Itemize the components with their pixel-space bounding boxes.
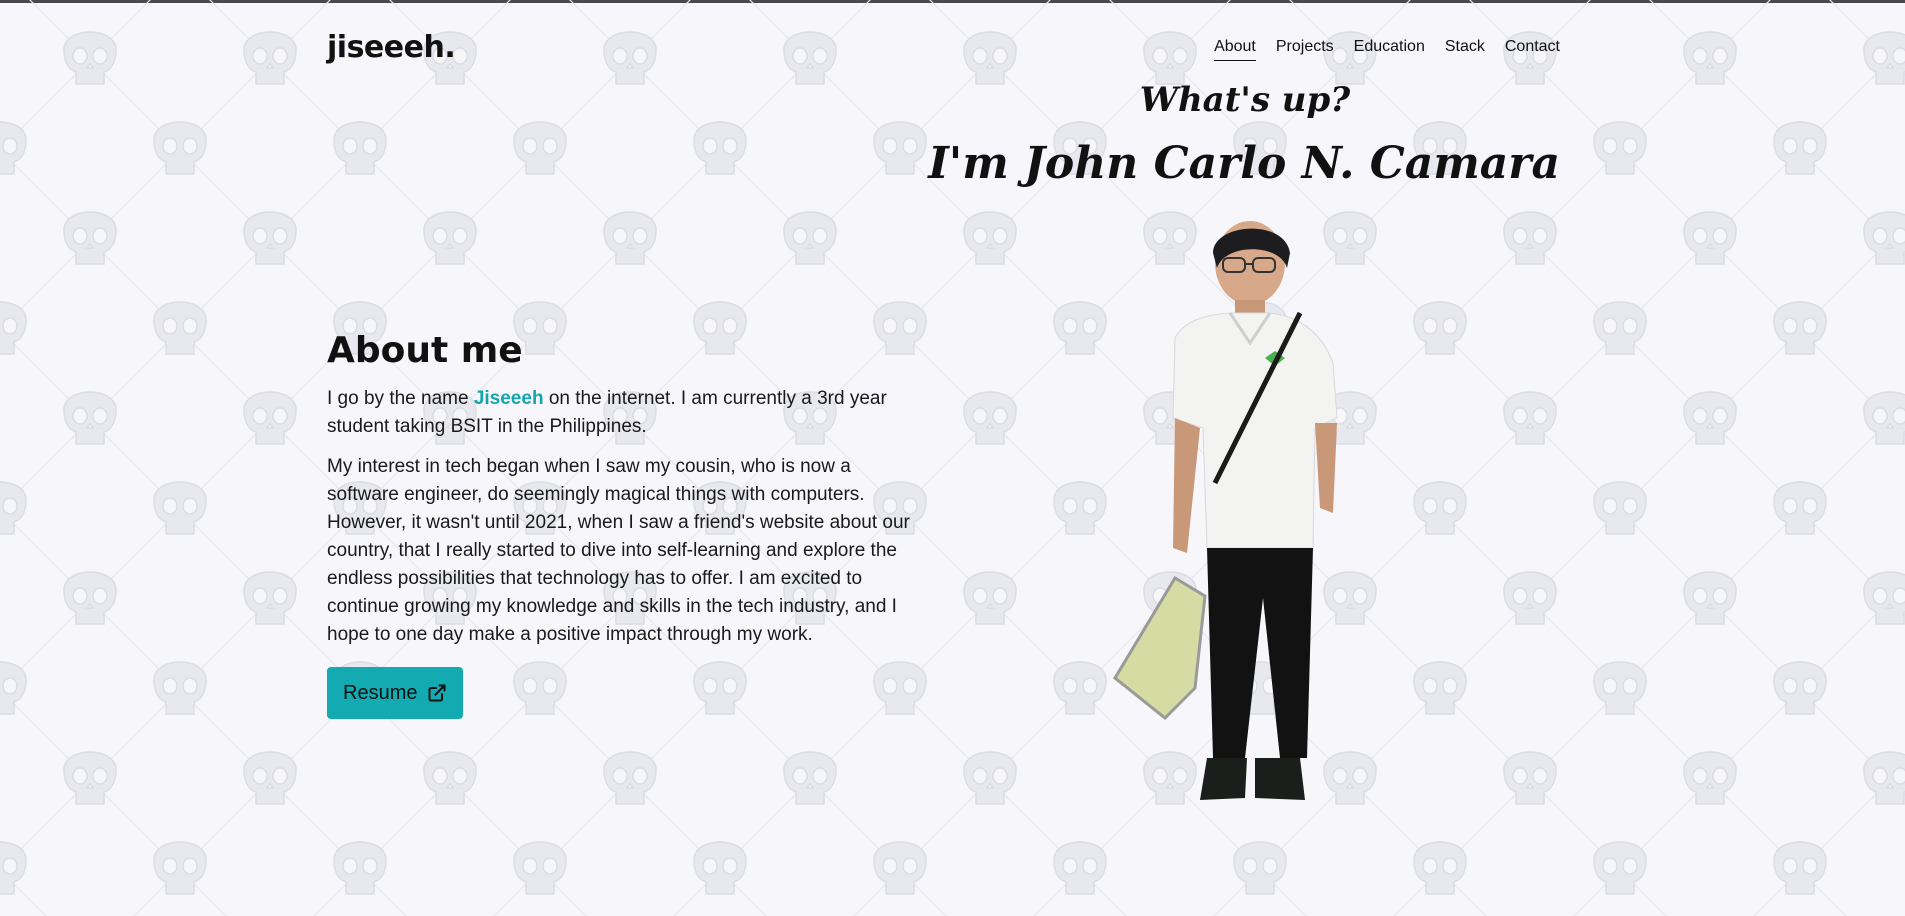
nav-education[interactable]: Education [1354,38,1425,61]
nav-projects[interactable]: Projects [1276,38,1334,61]
resume-button[interactable]: Resume [327,667,464,719]
nav-about[interactable]: About [1214,38,1256,61]
name-line: I'm John Carlo N. Camara [928,138,1560,189]
about-heading: About me [327,330,523,371]
about-intro-paragraph: I go by the name Jiseeeh on the internet… [327,385,917,441]
intro-text-before: I go by the name [327,388,474,409]
nav-contact[interactable]: Contact [1505,38,1560,61]
portrait-photo [1113,221,1338,800]
resume-label: Resume [343,681,418,704]
handle-highlight: Jiseeeh [473,388,544,409]
brand-logo[interactable]: jiseeeh. [327,30,456,65]
nav-stack[interactable]: Stack [1445,38,1485,61]
about-story-paragraph: My interest in tech began when I saw my … [327,456,910,645]
main-nav: About Projects Education Stack Contact [1214,38,1560,61]
page: jiseeeh. About Projects Education Stack … [0,0,1905,916]
external-link-icon [428,684,446,702]
about-section: About me I go by the name Jiseeeh on the… [327,330,917,719]
greeting-line: What's up? [1139,80,1351,120]
hero-greeting: What's up? I'm John Carlo N. Camara [860,80,1560,189]
